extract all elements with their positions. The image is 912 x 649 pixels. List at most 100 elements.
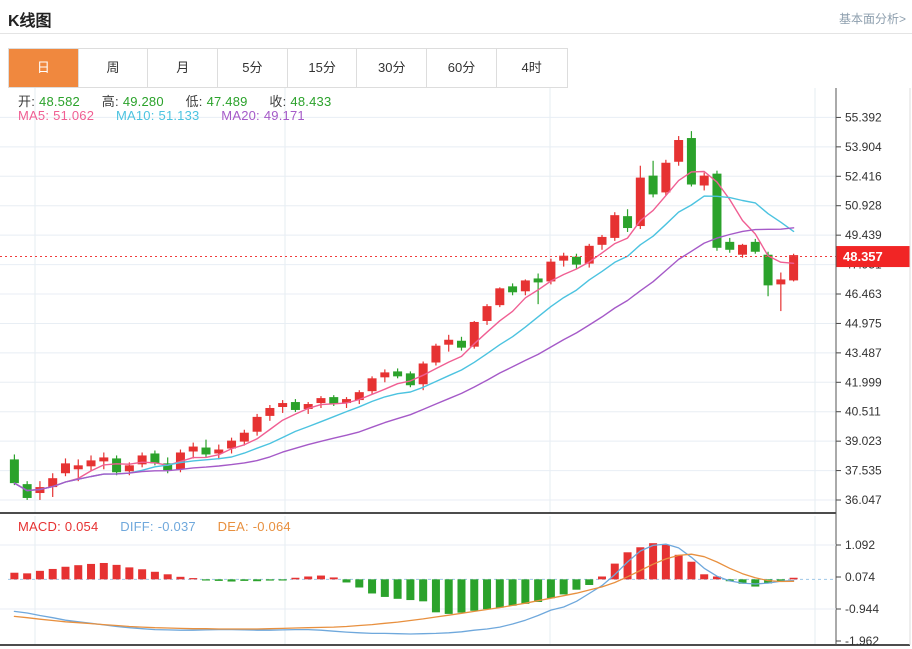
tab-timeframe-5[interactable]: 30分 [357,49,427,87]
candle-body [444,340,453,345]
candle-body [572,257,581,265]
y-axis-label: 50.928 [845,199,882,213]
candle-body [610,215,619,238]
macd-bar [572,579,580,589]
macd-bar [496,579,504,607]
macd-bar [700,574,708,579]
ma5-value: 51.062 [53,108,94,123]
macd-bar [394,579,402,598]
tab-timeframe-6[interactable]: 60分 [427,49,497,87]
y-axis-label: 44.975 [845,316,882,330]
macd-bar [483,579,491,609]
macd-bar [598,576,606,579]
macd-label: MACD: [18,519,61,534]
candle-body [202,448,211,455]
y-axis-label: 41.999 [845,375,882,389]
ma10-value: 51.133 [159,108,200,123]
dea-value: -0.064 [253,519,291,534]
y-axis-label: 39.023 [845,434,882,448]
macd-bar [636,547,644,579]
candle-body [125,465,134,471]
candle-body [316,398,325,403]
fundamental-analysis-link[interactable]: 基本面分析> [839,10,906,27]
macd-bar [457,579,465,612]
low-label: 低: [186,94,203,109]
macd-bar [675,555,683,580]
open-label: 开: [18,94,35,109]
macd-histogram [10,543,797,614]
candle-body [585,246,594,264]
macd-bar [445,579,453,614]
macd-bar [585,579,593,585]
candle-body [764,255,773,286]
tab-timeframe-0[interactable]: 日 [9,49,79,87]
macd-legend-row: MACD:0.054 DIFF:-0.037 DEA:-0.064 [18,519,295,534]
candle-body [521,280,530,291]
candle-body [150,453,159,463]
macd-bar [317,576,325,580]
macd-bar [176,577,184,580]
high-label: 高: [102,94,119,109]
candle-body [546,262,555,282]
candle-body [10,459,19,483]
macd-bar [406,579,414,600]
candle-body [534,278,543,282]
candle-body [738,245,747,255]
candle-body [751,242,760,252]
candle-body [291,402,300,410]
candle-body [368,378,377,391]
macd-bar [189,578,197,579]
candle-body [240,433,249,442]
candle-body [687,138,696,184]
macd-bar [368,579,376,593]
macd-bar [304,576,312,579]
candle-body [393,371,402,376]
macd-bar [113,565,121,579]
candle-body [99,457,108,461]
tab-timeframe-2[interactable]: 月 [148,49,218,87]
y-axis-label: 53.904 [845,140,882,154]
dea-label: DEA: [218,519,249,534]
macd-bar [547,579,555,598]
candle-body [87,460,96,466]
y-axis-label: 52.416 [845,169,882,183]
macd-bar [279,579,287,580]
tab-timeframe-3[interactable]: 5分 [218,49,288,87]
candle-body [495,288,504,305]
macd-bar [432,579,440,612]
macd-bar [253,579,261,581]
candle-body [508,286,517,292]
y-axis-label: 36.047 [845,493,882,507]
macd-axis-label: 0.074 [845,570,875,584]
candle-body [776,279,785,284]
y-axis-label: 49.439 [845,228,882,242]
y-axis-label: 46.463 [845,287,882,301]
macd-bar [240,579,248,581]
candle-body [649,176,658,195]
kline-chart[interactable]: 55.39253.90452.41650.92849.43947.95146.4… [0,88,912,649]
macd-bar [355,579,363,587]
macd-bar [381,579,389,597]
macd-bar [228,579,236,581]
macd-bar [751,579,759,586]
macd-axis-label: -1.962 [845,634,879,648]
page-title: K线图 [8,7,52,31]
macd-bar [343,579,351,582]
tab-timeframe-1[interactable]: 周 [79,49,149,87]
macd-bar [534,579,542,602]
candle-body [278,403,287,407]
tab-timeframe-4[interactable]: 15分 [288,49,358,87]
macd-bar [215,579,223,581]
tab-timeframe-7[interactable]: 4时 [497,49,567,87]
candle-body [189,447,198,452]
kline-app: K线图 基本面分析> 日周月5分15分30分60分4时 开: 48.582 高: 4… [0,0,912,649]
open-value: 48.582 [39,94,80,109]
chart-canvas: 55.39253.90452.41650.92849.43947.95146.4… [0,88,912,649]
y-axis-label: 43.487 [845,346,882,360]
macd-bar [87,564,95,579]
ma20-line [14,228,793,491]
macd-bar [419,579,427,601]
macd-bar [202,579,210,580]
macd-axis-label: -0.944 [845,602,879,616]
candle-body [112,458,121,472]
